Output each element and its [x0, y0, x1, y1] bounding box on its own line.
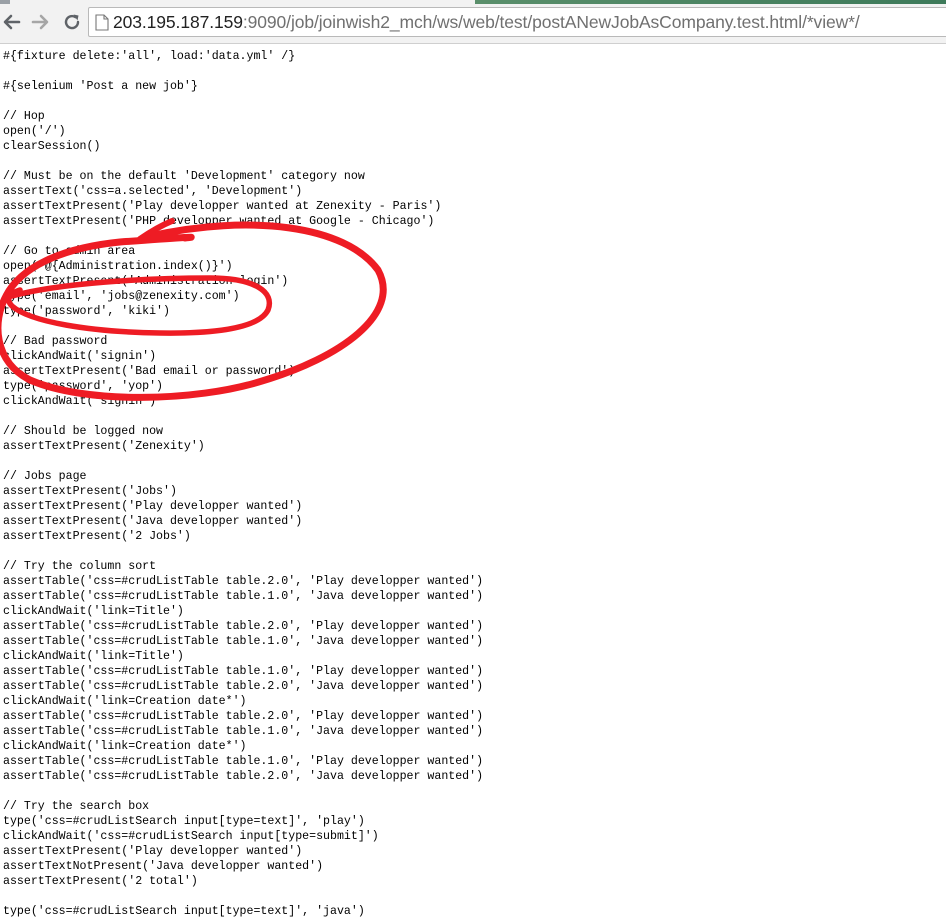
source-code-view: #{fixture delete:'all', load:'data.yml' …: [3, 49, 943, 919]
code-line: assertTable('css=#crudListTable table.1.…: [3, 590, 484, 603]
code-line: clickAndWait('signin'): [3, 350, 157, 363]
code-line: #{fixture delete:'all', load:'data.yml' …: [3, 50, 296, 63]
code-line: type('password', 'yop'): [3, 380, 164, 393]
code-line: // Try the column sort: [3, 560, 157, 573]
code-line: assertTextPresent('Play developper wante…: [3, 500, 303, 513]
address-bar[interactable]: 203.195.187.159:9090/job/joinwish2_mch/w…: [88, 7, 946, 37]
reload-button[interactable]: [60, 10, 84, 34]
code-line: // Jobs page: [3, 470, 87, 483]
reload-icon: [64, 14, 80, 30]
forward-button[interactable]: [28, 10, 52, 34]
code-line: assertTable('css=#crudListTable table.1.…: [3, 665, 484, 678]
code-line: assertTable('css=#crudListTable table.2.…: [3, 620, 484, 633]
browser-toolbar: 203.195.187.159:9090/job/joinwish2_mch/w…: [0, 0, 946, 44]
code-line: clickAndWait('link=Title'): [3, 650, 184, 663]
code-line: open('/'): [3, 125, 66, 138]
code-line: assertTextPresent('Zenexity'): [3, 440, 205, 453]
url-text[interactable]: 203.195.187.159:9090/job/joinwish2_mch/w…: [113, 12, 860, 33]
code-line: assertTextPresent('Jobs'): [3, 485, 177, 498]
code-line: type('css=#crudListSearch input[type=tex…: [3, 905, 365, 918]
url-path: :9090/job/joinwish2_mch/ws/web/test/post…: [242, 11, 860, 32]
back-arrow-icon: [3, 14, 21, 30]
code-line: // Should be logged now: [3, 425, 164, 438]
code-line: open('@{Administration.index()}'): [3, 260, 233, 273]
code-line: assertTextPresent('2 total'): [3, 875, 198, 888]
code-line: assertTable('css=#crudListTable table.2.…: [3, 680, 484, 693]
code-line: assertTextPresent('PHP developper wanted…: [3, 215, 435, 228]
code-line: clickAndWait('link=Creation date*'): [3, 695, 247, 708]
code-line: assertTextPresent('2 Jobs'): [3, 530, 191, 543]
code-line: assertTextPresent('Administration login'…: [3, 275, 289, 288]
code-line: type('password', 'kiki'): [3, 305, 170, 318]
code-line: assertTextPresent('Java developper wante…: [3, 515, 303, 528]
code-line: assertTable('css=#crudListTable table.2.…: [3, 575, 484, 588]
code-line: clickAndWait('css=#crudListSearch input[…: [3, 830, 379, 843]
code-line: // Try the search box: [3, 800, 150, 813]
code-line: clearSession(): [3, 140, 101, 153]
tab-favicon: [0, 0, 10, 4]
forward-arrow-icon: [31, 14, 49, 30]
code-line: clickAndWait('link=Title'): [3, 605, 184, 618]
code-line: assertTextPresent('Play developper wante…: [3, 845, 303, 858]
page-icon: [91, 8, 113, 36]
code-line: assertTextNotPresent('Java developper wa…: [3, 860, 324, 873]
code-line: assertTable('css=#crudListTable table.1.…: [3, 755, 484, 768]
url-host: 203.195.187.159: [113, 11, 243, 32]
code-line: type('css=#crudListSearch input[type=tex…: [3, 815, 365, 828]
window-tab-strip: [475, 0, 946, 4]
code-line: assertTable('css=#crudListTable table.1.…: [3, 635, 484, 648]
code-line: // Bad password: [3, 335, 108, 348]
code-line: assertTable('css=#crudListTable table.2.…: [3, 710, 484, 723]
back-button[interactable]: [0, 10, 24, 34]
code-line: #{selenium 'Post a new job'}: [3, 80, 198, 93]
code-line: assertText('css=a.selected', 'Developmen…: [3, 185, 303, 198]
code-line: assertTextPresent('Play developper wante…: [3, 200, 442, 213]
code-line: // Go to admin area: [3, 245, 136, 258]
code-line: assertTable('css=#crudListTable table.1.…: [3, 725, 484, 738]
code-line: // Hop: [3, 110, 45, 123]
code-line: assertTextPresent('Bad email or password…: [3, 365, 296, 378]
code-line: clickAndWait('link=Creation date*'): [3, 740, 247, 753]
code-line: assertTable('css=#crudListTable table.2.…: [3, 770, 484, 783]
code-line: type('email', 'jobs@zenexity.com'): [3, 290, 240, 303]
code-line: clickAndWait('signin'): [3, 395, 157, 408]
code-line: // Must be on the default 'Development' …: [3, 170, 365, 183]
